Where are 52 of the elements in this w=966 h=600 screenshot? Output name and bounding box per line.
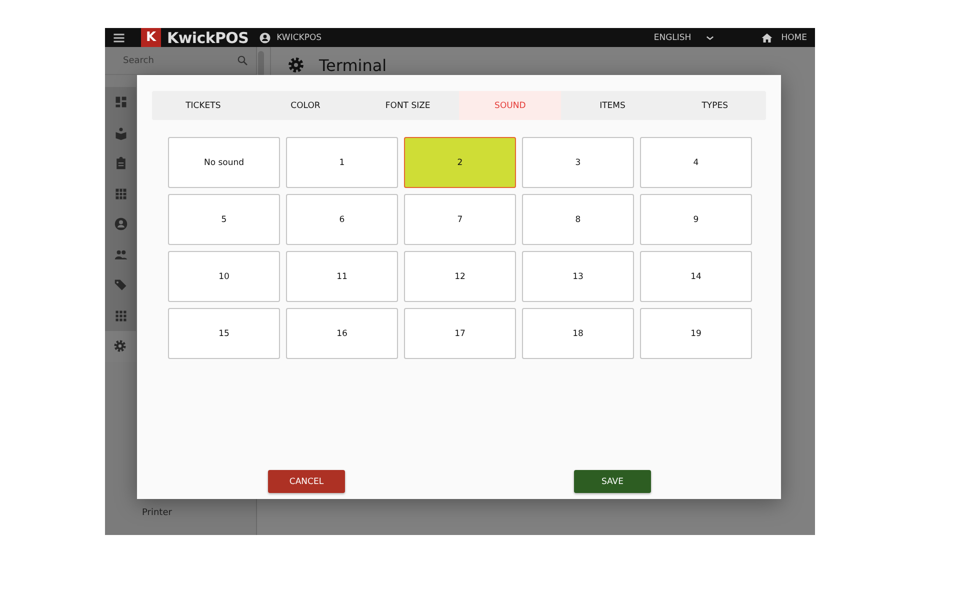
clipboard-icon [114, 156, 128, 170]
page-title: Terminal [319, 56, 387, 74]
sound-option[interactable]: 7 [404, 194, 516, 245]
sound-option[interactable]: 1 [286, 137, 398, 188]
cancel-button[interactable]: CANCEL [268, 470, 345, 493]
search-icon [237, 55, 248, 66]
home-link[interactable]: HOME [781, 32, 807, 42]
tab[interactable]: COLOR [254, 91, 357, 120]
account-icon [114, 217, 128, 232]
sound-option[interactable]: 3 [522, 137, 634, 188]
tab[interactable]: TYPES [664, 91, 766, 120]
grid-icon [114, 186, 128, 201]
sidebar-item[interactable]: Printer [142, 508, 256, 534]
reader-icon [114, 126, 128, 140]
tab[interactable]: SOUND [459, 91, 562, 120]
tab[interactable]: FONT SIZE [356, 91, 459, 120]
sound-option[interactable]: 5 [168, 194, 280, 245]
sound-option[interactable]: 9 [640, 194, 752, 245]
settings-icon [287, 56, 305, 74]
sound-option[interactable]: 12 [404, 251, 516, 302]
account-icon[interactable] [258, 32, 271, 44]
sound-option[interactable]: 13 [522, 251, 634, 302]
sound-option[interactable]: 18 [522, 308, 634, 359]
dashboard-icon [114, 95, 128, 110]
search-field[interactable]: Search [121, 54, 237, 66]
account-name[interactable]: KWICKPOS [276, 32, 322, 42]
sound-option[interactable]: 16 [286, 308, 398, 359]
sound-option[interactable]: 14 [640, 251, 752, 302]
tag-icon [114, 278, 128, 292]
logo-mark: K [141, 28, 161, 47]
nav-item[interactable] [105, 300, 136, 331]
sound-option[interactable]: 6 [286, 194, 398, 245]
sound-option[interactable]: 2 [404, 137, 516, 188]
sound-option[interactable]: 19 [640, 308, 752, 359]
home-icon[interactable] [761, 32, 774, 44]
scrollbar-thumb[interactable] [258, 51, 264, 77]
settings-icon [113, 339, 127, 354]
sound-option[interactable]: No sound [168, 137, 280, 188]
language-selector[interactable]: ENGLISH [654, 32, 692, 42]
apps-icon [114, 308, 128, 323]
nav-item[interactable] [105, 87, 136, 118]
sound-option[interactable]: 4 [640, 137, 752, 188]
save-button[interactable]: SAVE [574, 470, 651, 493]
tab[interactable]: TICKETS [152, 91, 254, 120]
sound-option[interactable]: 11 [286, 251, 398, 302]
sound-option[interactable]: 17 [404, 308, 516, 359]
sound-option[interactable]: 8 [522, 194, 634, 245]
sound-option[interactable]: 15 [168, 308, 280, 359]
tab[interactable]: ITEMS [561, 91, 664, 120]
sound-option[interactable]: 10 [168, 251, 280, 302]
logo-text: KwickPOS [167, 28, 249, 46]
people-icon [114, 248, 128, 262]
